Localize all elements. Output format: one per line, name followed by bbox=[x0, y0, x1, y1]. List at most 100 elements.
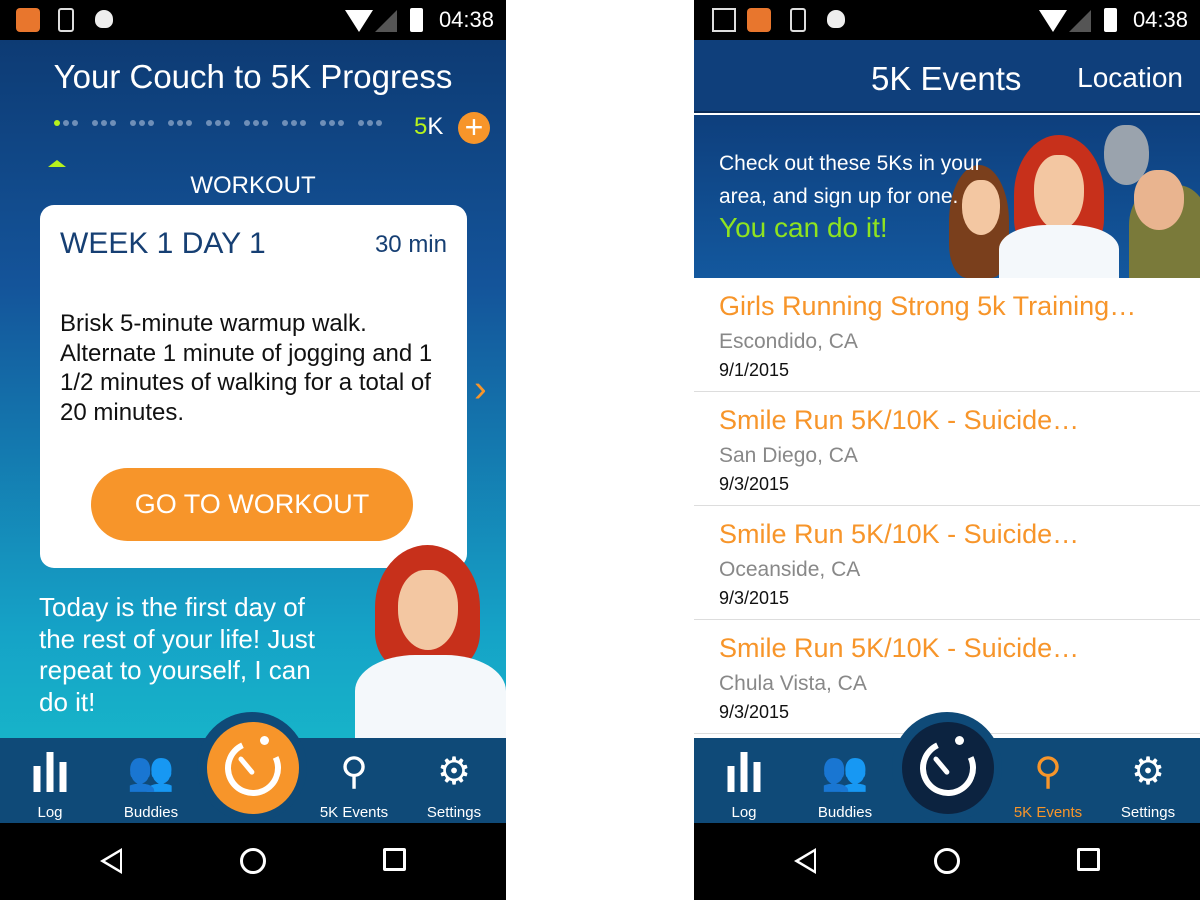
week-dots bbox=[320, 120, 344, 126]
clock: 04:38 bbox=[438, 7, 494, 32]
day-dot bbox=[358, 120, 364, 126]
week-dots bbox=[54, 120, 78, 126]
day-dot bbox=[329, 120, 335, 126]
status-bar: 04:38 bbox=[0, 0, 506, 40]
tab-settings[interactable]: ⚙ Settings bbox=[1098, 738, 1198, 823]
signal-icon bbox=[1069, 10, 1091, 32]
add-button[interactable]: + bbox=[458, 111, 490, 144]
bar-chart-icon bbox=[727, 752, 761, 792]
page-title: Your Couch to 5K Progress bbox=[53, 58, 453, 95]
timer-icon bbox=[902, 722, 994, 814]
workout-card: WEEK 1 DAY 1 30 min Brisk 5-minute warmu… bbox=[40, 205, 467, 568]
day-dot bbox=[253, 120, 259, 126]
battery-icon bbox=[1104, 8, 1117, 32]
go-to-workout-button[interactable]: GO TO WORKOUT bbox=[91, 468, 413, 541]
home-icon[interactable] bbox=[934, 848, 960, 874]
tab-settings[interactable]: ⚙ Settings bbox=[404, 738, 504, 823]
day-dot bbox=[300, 120, 306, 126]
system-nav-bar bbox=[0, 823, 506, 900]
banner-cta: You can do it! bbox=[719, 212, 888, 243]
tab-5k-events[interactable]: ⚲ 5K Events bbox=[998, 738, 1098, 823]
day-dot bbox=[224, 120, 230, 126]
tab-buddies[interactable]: 👥 Buddies bbox=[795, 738, 895, 823]
wifi-icon bbox=[1039, 10, 1067, 32]
magnifier-icon: ⚲ bbox=[1034, 751, 1062, 793]
android-icon bbox=[95, 10, 113, 28]
coach-character-illustration bbox=[350, 540, 506, 740]
day-dot bbox=[101, 120, 107, 126]
workout-title: WEEK 1 DAY 1 bbox=[60, 227, 266, 260]
workout-timer-button[interactable] bbox=[892, 712, 1002, 822]
banner-text: Check out these 5Ks in your area, and si… bbox=[719, 152, 982, 208]
day-dot bbox=[72, 120, 78, 126]
events-list: Girls Running Strong 5k Training… Escondi… bbox=[694, 278, 1200, 734]
events-banner: Check out these 5Ks in your area, and si… bbox=[694, 115, 1200, 278]
back-icon[interactable] bbox=[100, 848, 122, 874]
day-dot bbox=[63, 120, 69, 126]
week-dots bbox=[130, 120, 154, 126]
goal-label: 5K bbox=[414, 113, 444, 140]
section-label: WORKOUT bbox=[190, 172, 316, 199]
day-dot bbox=[320, 120, 326, 126]
day-dot bbox=[376, 120, 382, 126]
event-item[interactable]: Girls Running Strong 5k Training… Escondi… bbox=[694, 278, 1200, 392]
day-dot bbox=[168, 120, 174, 126]
day-dot bbox=[110, 120, 116, 126]
tab-5k-events[interactable]: ⚲ 5K Events bbox=[304, 738, 404, 823]
day-dot bbox=[148, 120, 154, 126]
progress-dots bbox=[54, 120, 382, 126]
back-icon[interactable] bbox=[794, 848, 816, 874]
download-icon bbox=[58, 8, 74, 32]
week-dots bbox=[168, 120, 192, 126]
battery-icon bbox=[410, 8, 423, 32]
week-dots bbox=[244, 120, 268, 126]
people-icon: 👥 bbox=[821, 751, 869, 793]
day-dot bbox=[282, 120, 288, 126]
next-workout-chevron-icon[interactable]: › bbox=[474, 368, 487, 411]
workout-timer-button[interactable] bbox=[197, 712, 307, 822]
day-dot bbox=[92, 120, 98, 126]
day-dot bbox=[206, 120, 212, 126]
recents-icon[interactable] bbox=[383, 848, 406, 871]
event-item[interactable]: Smile Run 5K/10K - Suicide… San Diego, CA… bbox=[694, 392, 1200, 506]
day-dot bbox=[338, 120, 344, 126]
day-dot bbox=[139, 120, 145, 126]
tab-log[interactable]: Log bbox=[694, 738, 794, 823]
home-icon[interactable] bbox=[240, 848, 266, 874]
status-bar: 04:38 bbox=[694, 0, 1200, 40]
gear-icon: ⚙ bbox=[1130, 751, 1166, 793]
current-day-marker bbox=[48, 160, 66, 167]
workout-duration: 30 min bbox=[374, 231, 447, 258]
system-nav-bar bbox=[694, 823, 1200, 900]
android-icon bbox=[827, 10, 845, 28]
week-dots bbox=[92, 120, 116, 126]
header: 5K Events Location bbox=[694, 40, 1200, 113]
event-item[interactable]: Smile Run 5K/10K - Suicide… Oceanside, CA… bbox=[694, 506, 1200, 620]
day-dot bbox=[177, 120, 183, 126]
motivation-text: Today is the first day of the rest of yo… bbox=[39, 592, 316, 717]
app-notification-icon bbox=[16, 8, 40, 32]
day-dot bbox=[262, 120, 268, 126]
signal-icon bbox=[375, 10, 397, 32]
tab-log[interactable]: Log bbox=[0, 738, 100, 823]
events-screen: 04:38 5K Events Location Check out these… bbox=[694, 0, 1200, 900]
timer-icon bbox=[207, 722, 299, 814]
bar-chart-icon bbox=[33, 752, 67, 792]
gear-icon: ⚙ bbox=[436, 751, 472, 793]
wifi-icon bbox=[345, 10, 373, 32]
clock: 04:38 bbox=[1132, 7, 1188, 32]
week-dots bbox=[358, 120, 382, 126]
tab-buddies[interactable]: 👥 Buddies bbox=[101, 738, 201, 823]
week-dots bbox=[206, 120, 230, 126]
day-dot bbox=[367, 120, 373, 126]
location-button[interactable]: Location bbox=[1077, 62, 1183, 94]
magnifier-icon: ⚲ bbox=[340, 751, 368, 793]
people-icon: 👥 bbox=[127, 751, 175, 793]
image-icon bbox=[712, 8, 736, 32]
day-dot bbox=[54, 120, 60, 126]
workout-description: Brisk 5-minute warmup walk. Alternate 1 … bbox=[60, 310, 433, 426]
day-dot bbox=[186, 120, 192, 126]
day-dot bbox=[291, 120, 297, 126]
day-dot bbox=[130, 120, 136, 126]
recents-icon[interactable] bbox=[1077, 848, 1100, 871]
